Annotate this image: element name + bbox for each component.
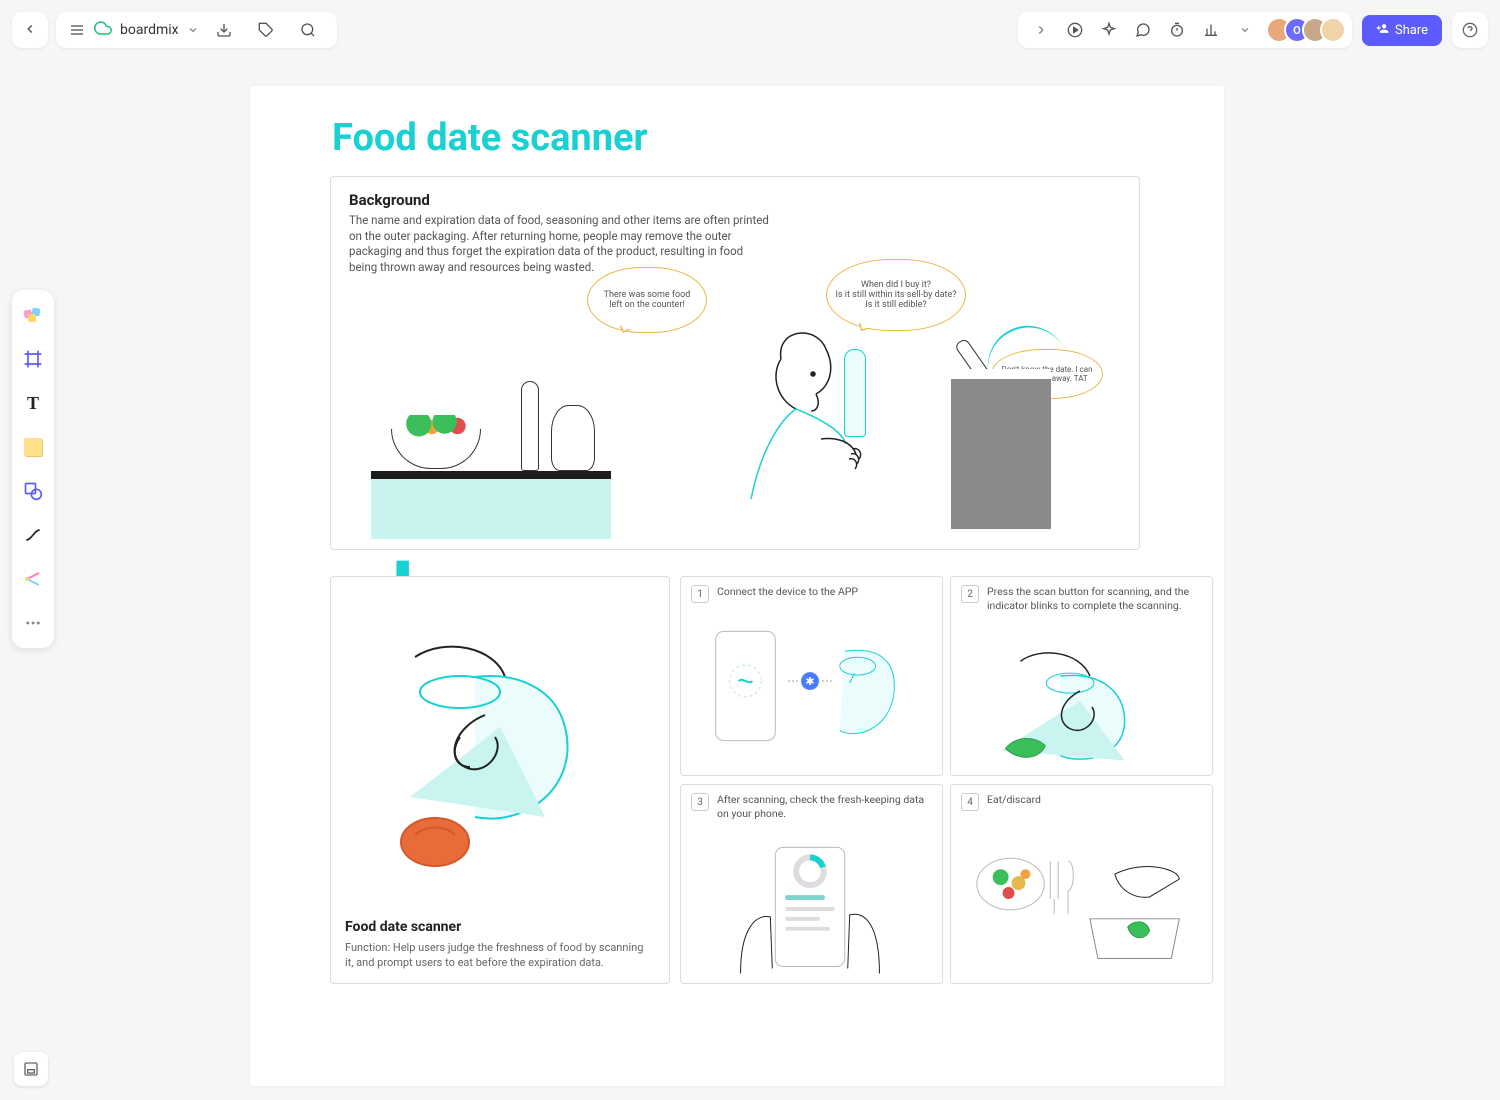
chevron-down-icon (187, 21, 199, 40)
timer-icon[interactable] (1160, 13, 1194, 47)
step-4-panel: 4 Eat/discard (950, 784, 1213, 984)
topbar-left: boardmix (12, 12, 337, 48)
step-text: After scanning, check the fresh-keeping … (717, 793, 932, 821)
download-icon[interactable] (207, 13, 241, 47)
step-3-panel: 3 After scanning, check the fresh-keepin… (680, 784, 943, 984)
chevron-left-icon (23, 21, 37, 40)
comment-icon[interactable] (1126, 13, 1160, 47)
sticky-note-tool[interactable] (18, 432, 48, 462)
step-num: 1 (691, 585, 709, 603)
text-tool[interactable]: T (18, 388, 48, 418)
left-toolbox: T (12, 290, 54, 648)
person-plus-icon (1376, 22, 1389, 39)
step-2-panel: 2 Press the scan button for scanning, an… (950, 576, 1213, 776)
chevron-right-icon[interactable] (1024, 13, 1058, 47)
bottle-icon (844, 349, 866, 437)
right-tools: O (1018, 12, 1352, 48)
sparkle-icon[interactable] (1092, 13, 1126, 47)
scanner-panel: Food date scanner Function: Help users j… (330, 576, 670, 984)
chart-icon[interactable] (1194, 13, 1228, 47)
shape-tool[interactable] (18, 476, 48, 506)
scanner-illustration (355, 617, 647, 887)
layers-icon (23, 1061, 39, 1077)
step-text: Connect the device to the APP (717, 585, 858, 599)
step-text: Press the scan button for scanning, and … (987, 585, 1202, 613)
connector-tool[interactable] (18, 520, 48, 550)
step-num: 4 (961, 793, 979, 811)
background-panel: Background The name and expiration data … (330, 176, 1140, 550)
help-button[interactable] (1452, 12, 1488, 48)
step-text: Eat/discard (987, 793, 1041, 807)
brand-menu[interactable]: boardmix (56, 12, 337, 48)
background-heading: Background (349, 191, 1121, 209)
cloud-sync-icon (94, 19, 112, 41)
counter-illustration (371, 409, 611, 539)
back-button[interactable] (12, 12, 48, 48)
menu-icon (68, 13, 86, 47)
search-icon[interactable] (291, 13, 325, 47)
background-body: The name and expiration data of food, se… (349, 213, 769, 275)
more-tools[interactable] (18, 608, 48, 638)
mindmap-tool[interactable] (18, 564, 48, 594)
help-icon (1462, 22, 1478, 38)
canvas[interactable]: Food date scanner Background The name an… (250, 86, 1224, 1086)
play-icon[interactable] (1058, 13, 1092, 47)
step-num: 3 (691, 793, 709, 811)
speech-bubble-1: There was some food left on the counter! (587, 267, 707, 333)
tag-icon[interactable] (249, 13, 283, 47)
bin-illustration (951, 369, 1051, 529)
scanner-body: Function: Help users judge the freshness… (345, 941, 645, 971)
app-name: boardmix (120, 22, 179, 38)
more-chevron-icon[interactable] (1228, 13, 1262, 47)
avatar[interactable] (1320, 17, 1346, 43)
step-1-panel: 1 Connect the device to the APP ✱ (680, 576, 943, 776)
share-label: Share (1395, 23, 1428, 38)
sticky-note-icon (24, 438, 42, 456)
share-button[interactable]: Share (1362, 15, 1442, 46)
frame-tool[interactable] (18, 344, 48, 374)
scanner-heading: Food date scanner (345, 919, 645, 935)
svg-text:✱: ✱ (805, 675, 814, 688)
step-num: 2 (961, 585, 979, 603)
doc-title: Food date scanner (332, 116, 647, 160)
collaborator-avatars[interactable]: O (1266, 17, 1346, 43)
minimap-button[interactable] (14, 1052, 48, 1086)
topbar-right: O Share (1018, 12, 1488, 48)
templates-tool[interactable] (18, 300, 48, 330)
